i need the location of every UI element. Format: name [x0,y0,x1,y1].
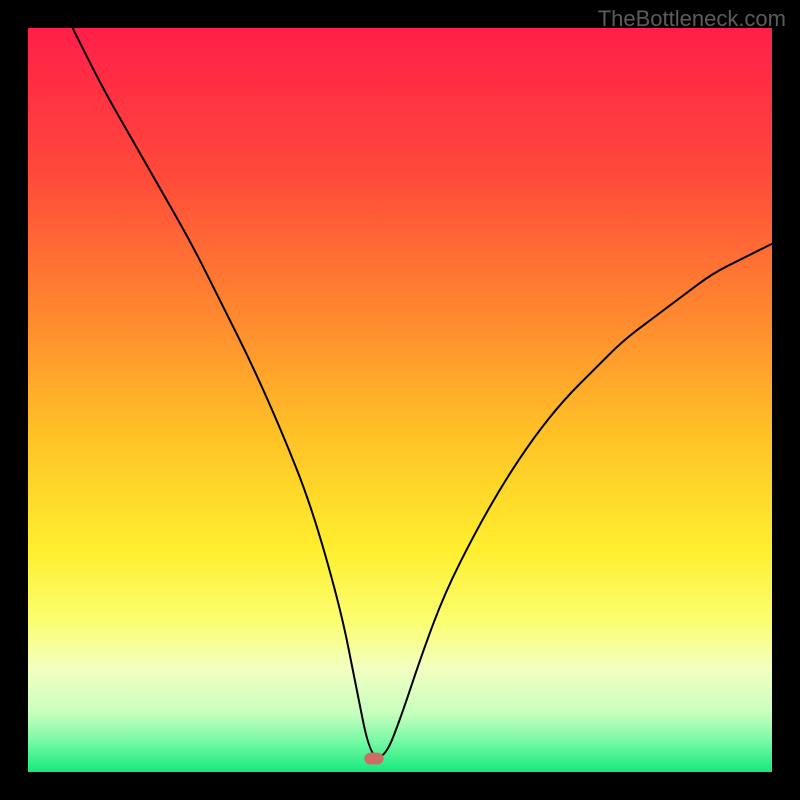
watermark-text: TheBottleneck.com [598,6,786,32]
chart-background [28,28,772,772]
optimal-marker [364,753,383,765]
chart-frame: TheBottleneck.com [0,0,800,800]
bottleneck-chart [28,28,772,772]
